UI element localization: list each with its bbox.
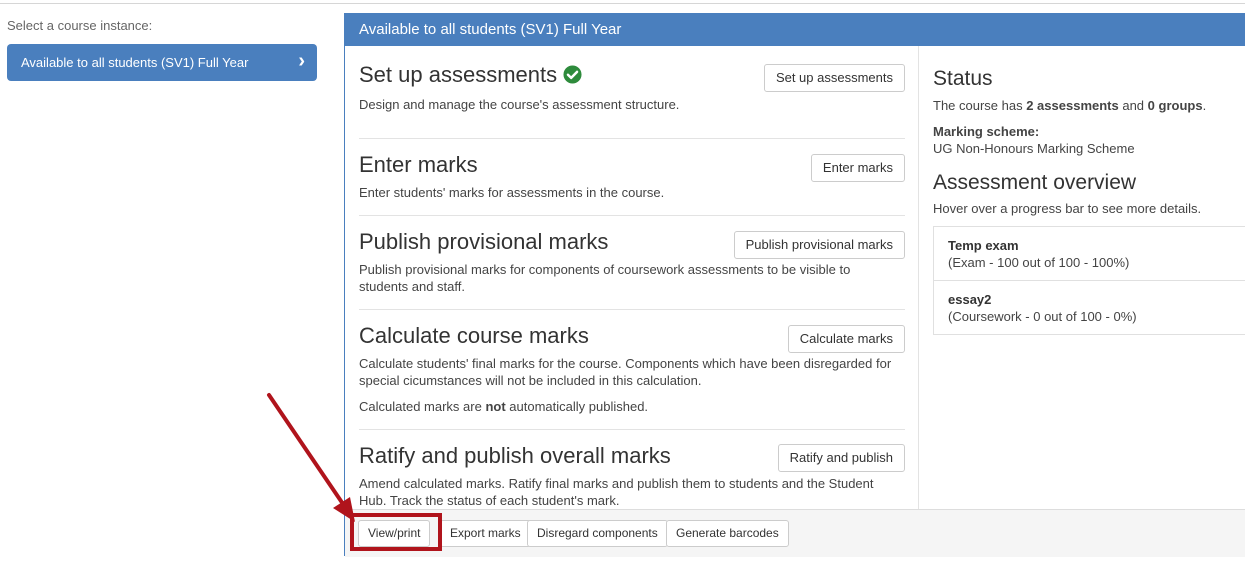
annotation-arrow-icon (267, 393, 355, 522)
